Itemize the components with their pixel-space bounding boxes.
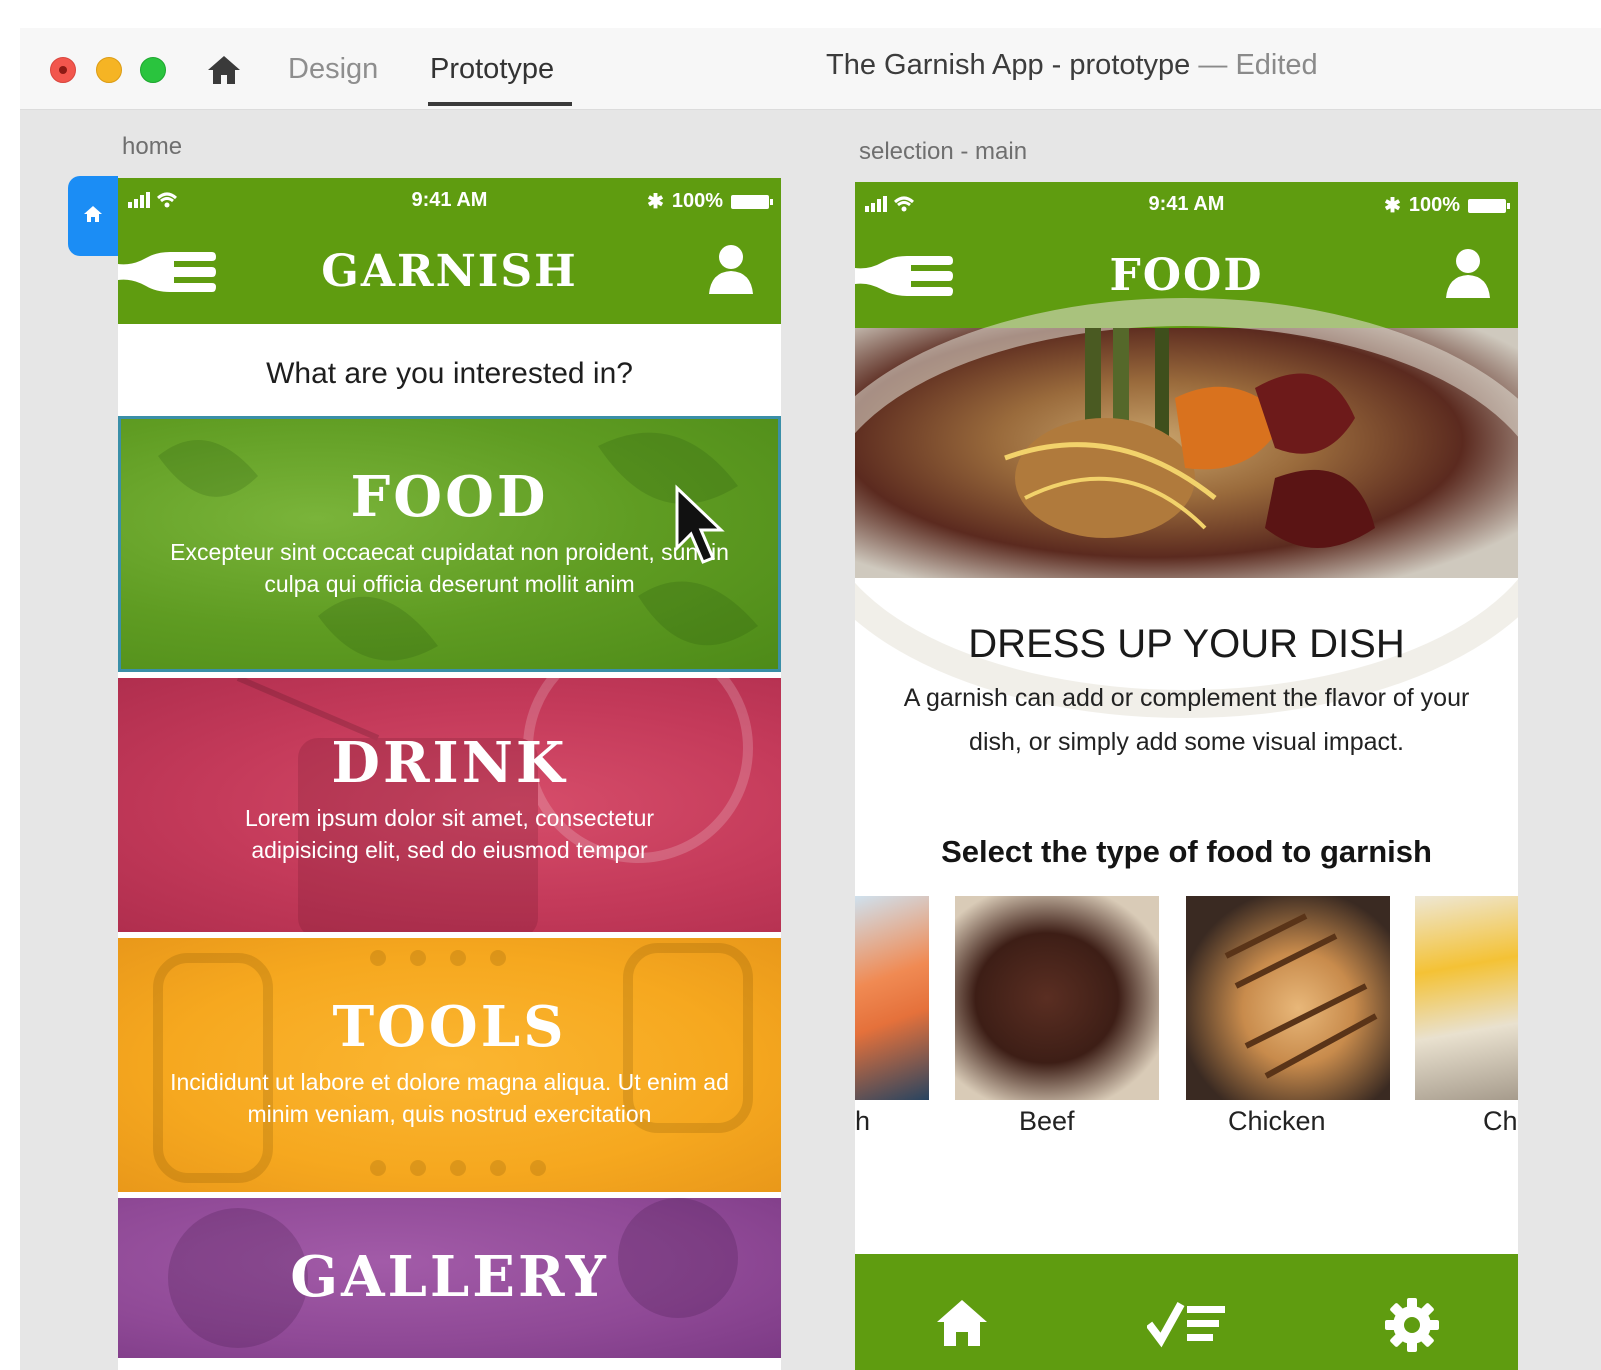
tile-drink[interactable]: DRINK Lorem ipsum dolor sit amet, consec… xyxy=(118,678,781,932)
nav-bar: GARNISH xyxy=(118,222,781,324)
selection-artboard[interactable]: 9:41 AM ✱ 100% FOOD DRESS UP YOUR DISH A… xyxy=(855,182,1518,1370)
hero-food-image xyxy=(855,298,1518,718)
tile-tools-title: TOOLS xyxy=(332,994,567,1060)
home-icon[interactable] xyxy=(935,1298,989,1348)
tab-prototype[interactable]: Prototype xyxy=(428,50,572,106)
tile-tools-description: Incididunt ut labore et dolore magna ali… xyxy=(170,1069,729,1127)
status-bar: 9:41 AM ✱ 100% xyxy=(855,182,1518,226)
screen-title: FOOD xyxy=(1109,250,1264,301)
status-bar: 9:41 AM ✱ 100% xyxy=(118,178,781,222)
food-type-fish[interactable] xyxy=(855,896,929,1100)
app-title: GARNISH xyxy=(321,246,578,297)
food-type-cheese[interactable] xyxy=(1415,896,1518,1100)
close-window-button[interactable] xyxy=(50,57,76,83)
select-type-heading: Select the type of food to garnish xyxy=(941,834,1432,869)
food-label-beef: Beef xyxy=(1019,1106,1075,1136)
gear-icon[interactable] xyxy=(1385,1298,1439,1352)
bluetooth-icon: ✱ xyxy=(647,191,664,213)
home-artboard-flag[interactable] xyxy=(68,176,118,256)
battery-indicator: ✱ 100% xyxy=(1384,193,1510,218)
tile-tools[interactable]: TOOLS Incididunt ut labore et dolore mag… xyxy=(118,938,781,1192)
grater-pattern xyxy=(153,943,753,1183)
garnish-dish-illustration xyxy=(1004,328,1375,548)
artboard-label-home[interactable]: home xyxy=(122,133,182,161)
dress-heading: DRESS UP YOUR DISH xyxy=(968,622,1405,666)
tile-drink-title: DRINK xyxy=(331,730,568,796)
document-title: The Garnish App - prototype — Edited xyxy=(826,46,1318,84)
checklist-icon[interactable] xyxy=(1147,1298,1227,1348)
app-window: Design Prototype The Garnish App - proto… xyxy=(20,28,1601,1370)
food-type-beef[interactable] xyxy=(955,896,1159,1100)
home-flag-icon xyxy=(84,206,102,222)
tile-gallery[interactable]: GALLERY xyxy=(118,1198,781,1358)
interest-question: What are you interested in? xyxy=(118,324,781,416)
tile-gallery-title: GALLERY xyxy=(290,1244,609,1310)
cursor-icon xyxy=(675,484,725,564)
minimize-window-button[interactable] xyxy=(96,57,122,83)
edit-status: Edited xyxy=(1235,49,1318,81)
home-icon[interactable] xyxy=(204,50,244,90)
bottom-tab-bar xyxy=(855,1254,1518,1370)
tab-design[interactable]: Design xyxy=(288,50,378,106)
user-profile-icon[interactable] xyxy=(709,244,753,294)
food-label-fish: h xyxy=(855,1106,871,1136)
title-bar: Design Prototype The Garnish App - proto… xyxy=(20,28,1601,110)
tile-drink-description: Lorem ipsum dolor sit amet, consectetur … xyxy=(244,805,655,863)
home-artboard[interactable]: 9:41 AM ✱ 100% GARNISH What are you inte… xyxy=(118,178,781,1370)
battery-icon xyxy=(731,194,773,209)
artboard-label-selection[interactable]: selection - main xyxy=(859,138,1027,166)
food-label-cheese: Ch xyxy=(1483,1106,1518,1136)
dress-description: A garnish can add or complement the flav… xyxy=(903,684,1470,756)
grill-marks xyxy=(1224,913,1378,1079)
user-profile-icon[interactable] xyxy=(1446,248,1490,298)
battery-percent: 100% xyxy=(1408,194,1460,216)
title-separator: — xyxy=(1198,49,1228,81)
tile-food[interactable]: FOOD Excepteur sint occaecat cupidatat n… xyxy=(118,416,781,672)
battery-icon xyxy=(1468,198,1510,213)
food-type-chicken[interactable] xyxy=(1186,896,1390,1100)
battery-indicator: ✱ 100% xyxy=(647,189,773,214)
food-label-chicken: Chicken xyxy=(1228,1106,1326,1136)
document-name: The Garnish App - prototype xyxy=(826,49,1191,81)
bluetooth-icon: ✱ xyxy=(1384,195,1401,217)
zoom-window-button[interactable] xyxy=(140,57,166,83)
battery-percent: 100% xyxy=(671,190,723,212)
